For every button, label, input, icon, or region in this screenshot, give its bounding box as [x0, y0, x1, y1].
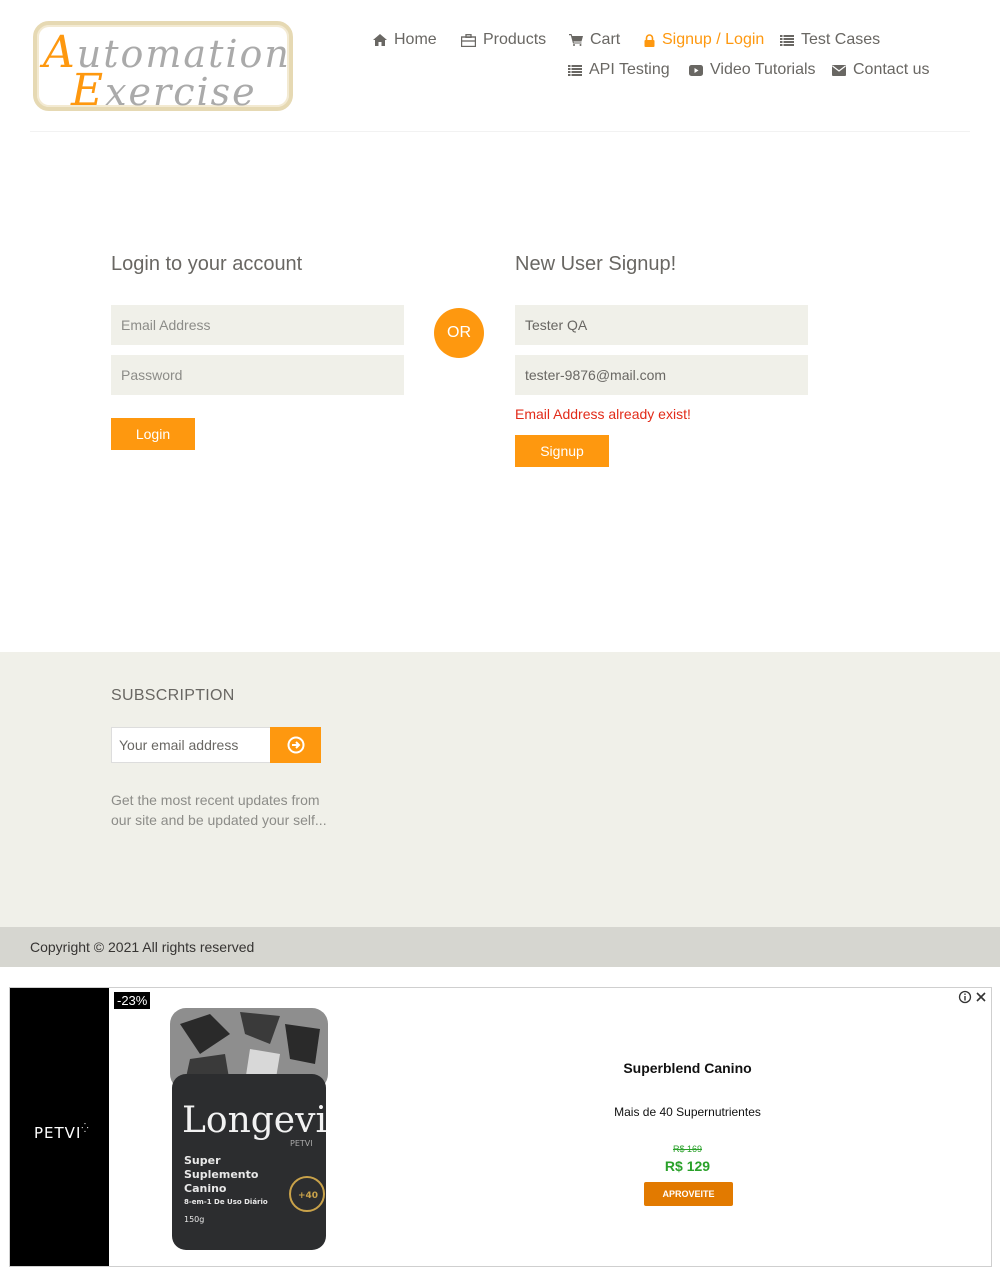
products-icon [461, 33, 476, 47]
nav-test-cases-label: Test Cases [801, 31, 881, 48]
signup-title: New User Signup! [515, 253, 677, 275]
ad-cta-button[interactable]: APROVEITE [644, 1182, 733, 1206]
subscription-description: Get the most recent updates from our sit… [111, 792, 327, 828]
login-title: Login to your account [111, 253, 303, 275]
nav-api-testing-label: API Testing [589, 61, 670, 78]
signup-error-message: Email Address already exist! [515, 406, 691, 422]
nav-cart[interactable]: Cart [569, 30, 620, 50]
nav-cart-label: Cart [590, 31, 621, 48]
ad-discount-badge: -23% [114, 992, 151, 1009]
nav-contact-us[interactable]: Contact us [832, 60, 929, 80]
subscribe-button[interactable] [270, 727, 321, 763]
header: Automation Exercise Home Products Cart S… [0, 0, 1000, 133]
login-button[interactable]: Login [111, 418, 195, 450]
cart-icon [569, 34, 583, 46]
ad-jar-line2: Suplemento [184, 1168, 259, 1181]
ad-jar-line1: Super [184, 1154, 221, 1167]
ad-close-icon[interactable] [974, 990, 988, 1009]
ad-old-price: R$ 169 [672, 1144, 703, 1154]
ad-price: R$ 129 [664, 1158, 711, 1174]
youtube-play-icon [689, 64, 703, 76]
header-divider [30, 131, 970, 132]
ad-brand-panel: PETVI⁛ [10, 988, 109, 1266]
ad-jar-name: Longevi [182, 1100, 327, 1141]
ad-brand: PETVI⁛ [34, 1124, 90, 1142]
login-password-input[interactable]: Password [111, 355, 404, 395]
signup-button[interactable]: Signup [515, 435, 609, 467]
ad-jar-line4: 8-em-1 De Uso Diário [184, 1198, 268, 1206]
copyright-text: Copyright © 2021 All rights reserved [30, 939, 255, 955]
nav-signup-login-label: Signup / Login [662, 31, 765, 48]
ad-title[interactable]: Superblend Canino [550, 1060, 825, 1076]
subscription-title: SUBSCRIPTION [111, 687, 235, 704]
subscribe-email-input[interactable]: Your email address [111, 727, 271, 763]
nav-home-label: Home [394, 31, 437, 48]
or-divider: OR [434, 308, 484, 358]
list-icon [780, 34, 794, 46]
nav-test-cases[interactable]: Test Cases [780, 30, 880, 50]
ad-jar-line3: Canino [184, 1182, 227, 1195]
arrow-circle-right-icon [287, 736, 304, 754]
nav-api-testing[interactable]: API Testing [568, 60, 670, 80]
envelope-icon [832, 64, 846, 76]
ad-subtitle: Mais de 40 Supernutrientes [614, 1105, 761, 1119]
ad-info-icon[interactable] [958, 990, 972, 1009]
ad-jar-weight: 150g [184, 1215, 204, 1224]
nav-video-tutorials[interactable]: Video Tutorials [689, 60, 816, 80]
list-icon [568, 64, 582, 76]
ad-product-image[interactable]: Longevi PETVI Super Suplemento Canino 8-… [170, 1004, 328, 1250]
ad-jar-brand: PETVI [290, 1139, 313, 1148]
home-icon [373, 34, 387, 46]
signup-name-input[interactable]: Tester QA [515, 305, 808, 345]
lock-icon [644, 33, 655, 47]
site-logo[interactable]: Automation Exercise [33, 21, 293, 116]
nav-products[interactable]: Products [461, 30, 546, 50]
nav-video-tutorials-label: Video Tutorials [710, 61, 816, 78]
logo-line2: Exercise [71, 65, 257, 116]
nav-products-label: Products [483, 31, 547, 48]
nav-home[interactable]: Home [373, 30, 437, 50]
nav-contact-us-label: Contact us [853, 61, 930, 78]
signup-email-input[interactable]: tester-9876@mail.com [515, 355, 808, 395]
login-email-input[interactable]: Email Address [111, 305, 404, 345]
ad-jar-badge: +40 [298, 1191, 318, 1201]
ad-banner[interactable]: PETVI⁛ -23% Longevi PETVI Super Suplemen… [9, 987, 992, 1267]
nav-signup-login[interactable]: Signup / Login [644, 30, 764, 50]
